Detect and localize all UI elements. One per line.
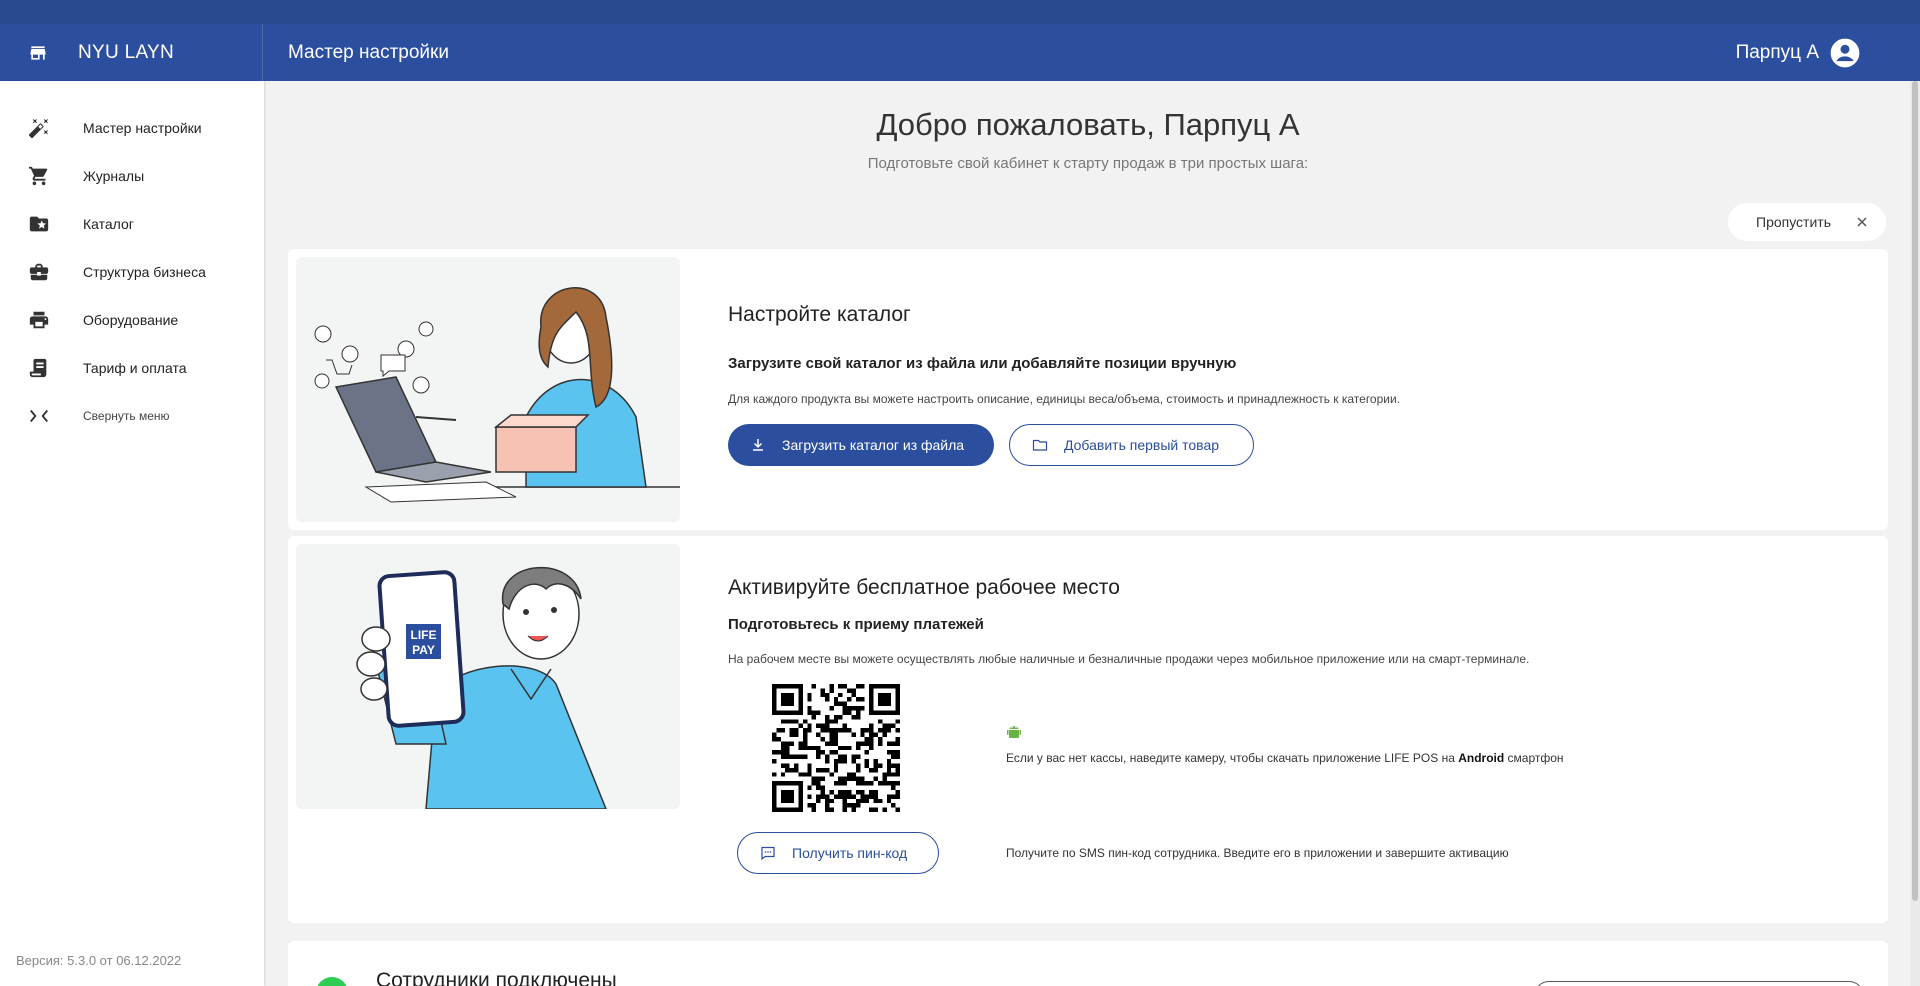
qr-instruction-suffix: смартфон	[1504, 751, 1564, 765]
upload-catalog-button[interactable]: Загрузить каталог из файла	[728, 424, 994, 466]
step-description: На рабочем месте вы можете осуществлять …	[728, 652, 1530, 666]
step-title: Активируйте бесплатное рабочее место	[728, 576, 1120, 599]
catalog-setup-card: Настройте каталог Загрузите свой каталог…	[288, 249, 1888, 530]
sidebar-item-journals[interactable]: Журналы	[0, 152, 264, 200]
android-icon	[1007, 726, 1021, 738]
sms-icon	[761, 846, 775, 861]
page-title: Мастер настройки	[288, 41, 449, 63]
step-subtitle: Подготовьтесь к приему платежей	[728, 616, 984, 633]
sidebar-item-label: Тариф и оплата	[83, 360, 187, 376]
user-menu[interactable]: Парпуц А	[1736, 38, 1860, 68]
add-first-product-label: Добавить первый товар	[1064, 437, 1220, 453]
pin-instruction: Получите по SMS пин-код сотрудника. Введ…	[1006, 846, 1509, 860]
workplace-activation-card: LIFE PAY Активируйте бесплатное рабочее …	[288, 536, 1888, 923]
workplace-illustration: LIFE PAY	[296, 544, 680, 809]
skip-button[interactable]: Пропустить	[1728, 203, 1886, 241]
add-first-product-button[interactable]: Добавить первый товар	[1009, 424, 1254, 466]
collapse-menu-button[interactable]: Свернуть меню	[0, 392, 264, 440]
qr-code-image	[772, 684, 900, 812]
check-circle-icon	[316, 977, 348, 986]
scrollbar-thumb[interactable]	[1912, 81, 1918, 901]
qr-instruction: Если у вас нет кассы, наведите камеру, ч…	[1006, 751, 1564, 765]
cart-icon	[28, 166, 48, 186]
sidebar-item-label: Структура бизнеса	[83, 264, 206, 280]
qr-instruction-text: Если у вас нет кассы, наведите камеру, ч…	[1006, 751, 1459, 765]
sidebar-item-label: Свернуть меню	[83, 409, 170, 423]
sidebar-item-equipment[interactable]: Оборудование	[0, 296, 264, 344]
sidebar-item-label: Журналы	[83, 168, 145, 184]
receipt-icon	[29, 358, 47, 378]
step-subtitle: Загрузите свой каталог из файла или доба…	[728, 355, 1237, 372]
employees-action-button[interactable]	[1534, 981, 1864, 986]
sidebar-item-tariff[interactable]: Тариф и оплата	[0, 344, 264, 392]
scrollbar[interactable]	[1910, 81, 1920, 986]
user-name: Парпуц А	[1735, 41, 1819, 63]
sidebar-item-setup-wizard[interactable]: Мастер настройки	[0, 104, 264, 152]
store-icon	[30, 45, 46, 60]
collapse-icon	[30, 409, 48, 423]
life-pay-logo: LIFE	[411, 628, 437, 642]
sidebar: Мастер настройки Журналы Каталог Структу…	[0, 81, 264, 986]
step-title: Сотрудники подключены	[376, 969, 617, 986]
sidebar-item-label: Мастер настройки	[83, 120, 202, 136]
main-content: Добро пожаловать, Парпуц А Подготовьте с…	[264, 81, 1910, 986]
step-title: Настройте каталог	[728, 303, 911, 326]
catalog-illustration	[296, 257, 680, 522]
sidebar-item-business-structure[interactable]: Структура бизнеса	[0, 248, 264, 296]
briefcase-icon	[29, 263, 49, 281]
sidebar-item-label: Оборудование	[83, 312, 179, 328]
version-label: Версия: 5.3.0 от 06.12.2022	[16, 953, 182, 968]
get-pin-button[interactable]: Получить пин-код	[737, 832, 939, 874]
account-circle-icon	[1830, 38, 1860, 67]
life-pay-logo-line2: PAY	[412, 643, 435, 657]
sidebar-item-label: Каталог	[83, 216, 134, 232]
qr-instruction-os: Android	[1458, 751, 1505, 765]
window-top-strip	[0, 0, 1920, 24]
brand-name: NYU LAYN	[78, 41, 175, 63]
step-description: Для каждого продукта вы можете настроить…	[728, 392, 1401, 406]
sidebar-item-catalog[interactable]: Каталог	[0, 200, 264, 248]
get-pin-label: Получить пин-код	[792, 845, 908, 861]
welcome-subtitle: Подготовьте свой кабинет к старту продаж…	[867, 155, 1309, 172]
woman-laptop-illustration	[314, 287, 680, 503]
close-icon	[1857, 217, 1867, 227]
folder-star-icon	[29, 216, 49, 232]
upload-catalog-label: Загрузить каталог из файла	[782, 437, 965, 453]
qr-code	[772, 684, 900, 812]
folder-icon	[1032, 439, 1048, 451]
man-phone-illustration: LIFE PAY	[356, 567, 607, 809]
brand[interactable]: NYU LAYN	[0, 24, 263, 81]
app-header: NYU LAYN Мастер настройки Парпуц А	[0, 24, 1920, 81]
employees-card: Сотрудники подключены	[288, 941, 1888, 986]
download-icon	[753, 439, 763, 451]
skip-label: Пропустить	[1756, 214, 1831, 230]
magic-wand-icon	[28, 118, 49, 139]
printer-icon	[29, 311, 49, 329]
welcome-title: Добро пожаловать, Парпуц А	[876, 107, 1300, 142]
